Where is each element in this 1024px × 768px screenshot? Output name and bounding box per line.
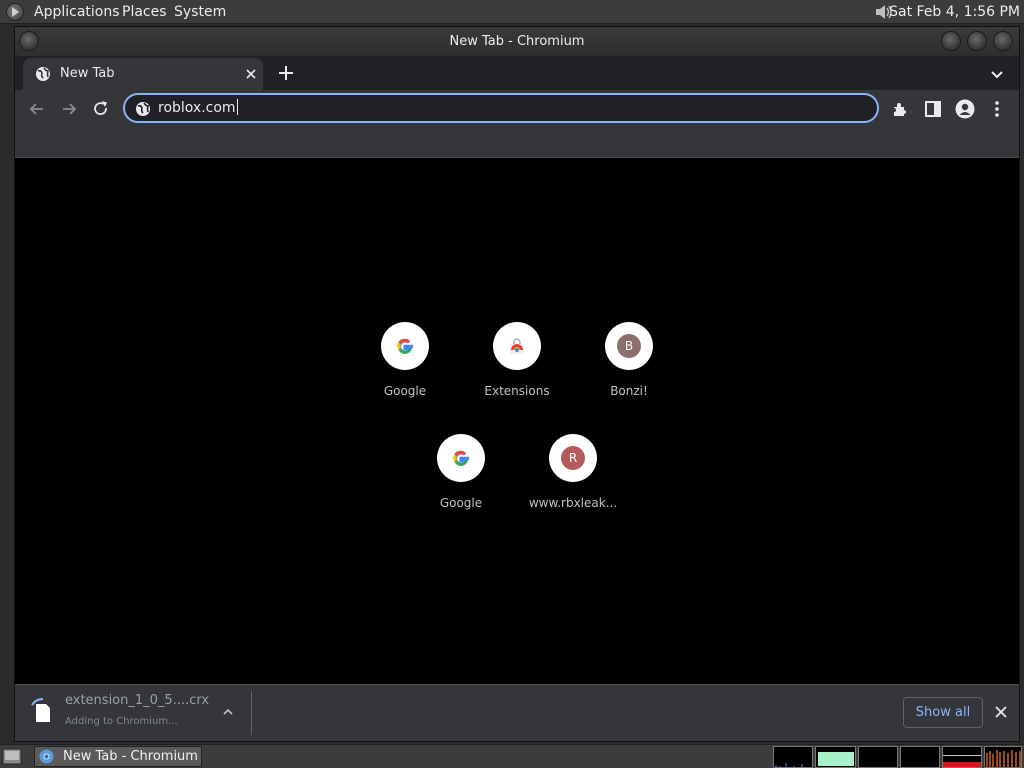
close-icon[interactable]: [243, 66, 259, 82]
taskbar-window-label: New Tab - Chromium: [63, 749, 198, 764]
shortcut-google[interactable]: Google: [411, 434, 511, 524]
download-shelf: extension_1_0_5....crx Adding to Chromiu…: [15, 684, 1019, 741]
window-menu-button[interactable]: [19, 31, 39, 51]
network-monitor[interactable]: [858, 746, 898, 768]
chrome-web-store-icon: [493, 322, 541, 370]
forward-icon[interactable]: [59, 99, 79, 119]
extensions-icon[interactable]: [891, 99, 911, 119]
menu-dots-icon[interactable]: [987, 99, 1007, 119]
maximize-button[interactable]: [967, 31, 987, 51]
letter-avatar: B: [617, 334, 641, 358]
chevron-up-icon[interactable]: [221, 705, 235, 719]
download-filename: extension_1_0_5....crx: [65, 693, 210, 708]
reload-icon[interactable]: [91, 99, 111, 119]
tab-title: New Tab: [60, 66, 115, 81]
bottom-panel: New Tab - Chromium: [0, 744, 1024, 768]
applications-menu[interactable]: Applications: [34, 0, 120, 24]
disk-monitor[interactable]: [984, 746, 1022, 768]
shortcut-label: www.rbxleak...: [528, 496, 618, 510]
window-title: New Tab - Chromium: [449, 34, 585, 49]
window-titlebar[interactable]: New Tab - Chromium: [15, 27, 1019, 56]
show-all-button[interactable]: Show all: [903, 697, 983, 728]
divider: [251, 691, 252, 735]
top-panel: Applications Places System Sat Feb 4, 1:…: [0, 0, 1024, 24]
file-icon: [36, 704, 50, 722]
download-status: Adding to Chromium...: [65, 716, 178, 727]
chromium-icon: [39, 749, 54, 764]
shortcut-label: Extensions: [484, 384, 550, 398]
bookmarks-bar: [15, 128, 1019, 158]
memory-monitor[interactable]: [815, 746, 856, 768]
swap-monitor[interactable]: [900, 746, 940, 768]
shortcut-extensions[interactable]: Extensions: [467, 322, 567, 412]
google-icon: [437, 434, 485, 482]
shortcut-label: Google: [383, 384, 427, 398]
clock[interactable]: Sat Feb 4, 1:56 PM: [889, 0, 1020, 24]
places-menu[interactable]: Places: [122, 0, 167, 24]
browser-window: New Tab - Chromium New Tab roblox.com Go…: [14, 26, 1020, 742]
gnome-menu-icon[interactable]: [6, 3, 24, 21]
shortcut-google[interactable]: Google: [355, 322, 455, 412]
globe-icon: [136, 102, 150, 116]
shortcut-rbxleak[interactable]: R www.rbxleak...: [523, 434, 623, 524]
new-tab-button[interactable]: [275, 62, 297, 84]
side-panel-icon[interactable]: [923, 99, 943, 119]
tab-strip: New Tab: [15, 56, 1019, 90]
minimize-button[interactable]: [941, 31, 961, 51]
letter-avatar: R: [561, 446, 585, 470]
shortcut-bonzi[interactable]: B Bonzi!: [579, 322, 679, 412]
google-icon: [381, 322, 429, 370]
new-tab-page: Google Extensions B Bonzi! Google R www.…: [15, 158, 1019, 684]
cpu-monitor[interactable]: [773, 746, 813, 768]
chevron-down-icon[interactable]: [987, 64, 1007, 84]
show-desktop-icon[interactable]: [2, 748, 22, 765]
address-bar-input[interactable]: roblox.com: [158, 95, 238, 121]
globe-icon: [36, 67, 50, 81]
close-icon[interactable]: [993, 704, 1009, 720]
tab-new-tab[interactable]: New Tab: [23, 58, 263, 90]
profile-avatar-icon[interactable]: [955, 99, 975, 119]
shortcut-label: Bonzi!: [610, 384, 648, 398]
system-menu[interactable]: System: [174, 0, 226, 24]
taskbar-window-button[interactable]: New Tab - Chromium: [34, 746, 202, 767]
toolbar: roblox.com: [15, 90, 1019, 128]
shortcut-label: Google: [439, 496, 483, 510]
close-window-button[interactable]: [993, 31, 1013, 51]
load-monitor[interactable]: [942, 746, 982, 768]
address-bar[interactable]: roblox.com: [123, 93, 879, 123]
back-icon[interactable]: [27, 99, 47, 119]
